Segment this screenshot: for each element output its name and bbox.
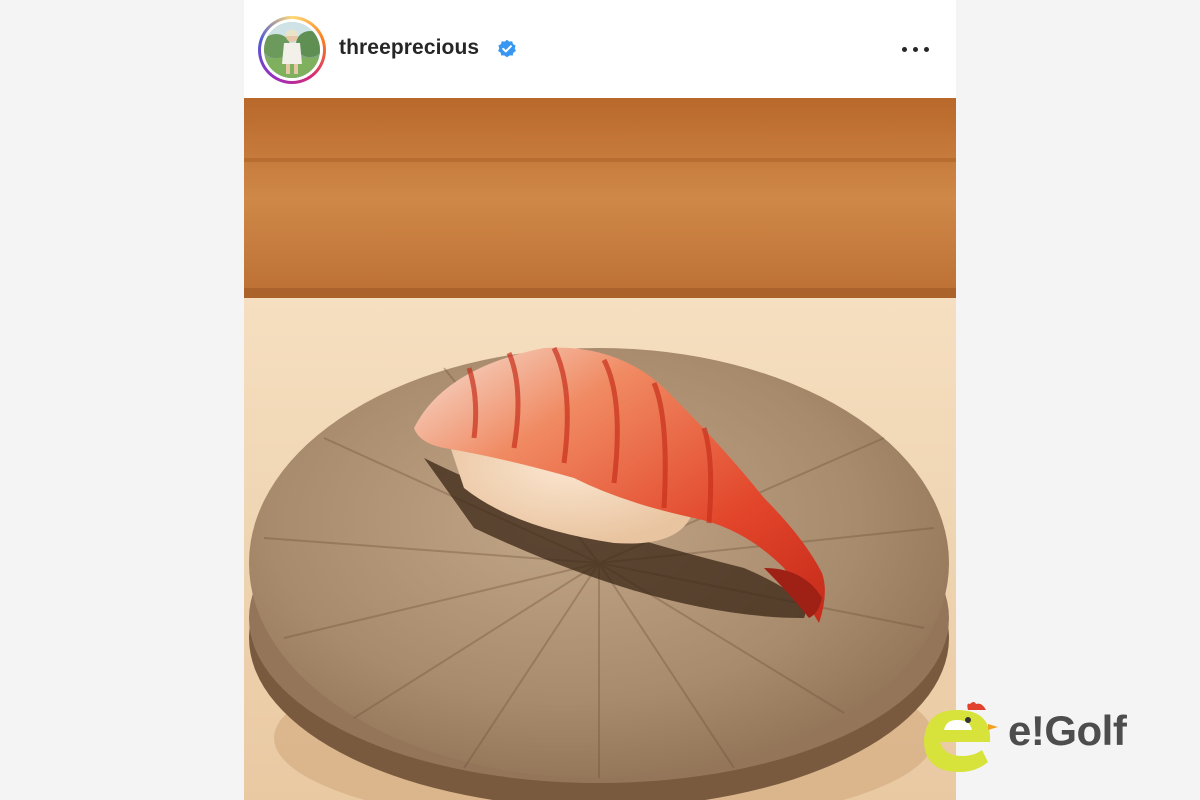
post-header: threeprecious <box>244 0 956 99</box>
more-options-icon[interactable] <box>899 38 933 60</box>
egolf-mascot-icon <box>924 702 998 772</box>
instagram-post: threeprecious <box>244 0 956 800</box>
verified-badge-icon <box>498 39 516 58</box>
egolf-logo-text: e!Golf <box>1008 707 1127 754</box>
avatar[interactable] <box>264 22 320 78</box>
story-ring[interactable] <box>258 16 326 84</box>
username-link[interactable]: threeprecious <box>339 36 479 60</box>
egolf-logo: e!Golf <box>912 690 1182 780</box>
shrimp-nigiri-photo <box>244 98 956 800</box>
